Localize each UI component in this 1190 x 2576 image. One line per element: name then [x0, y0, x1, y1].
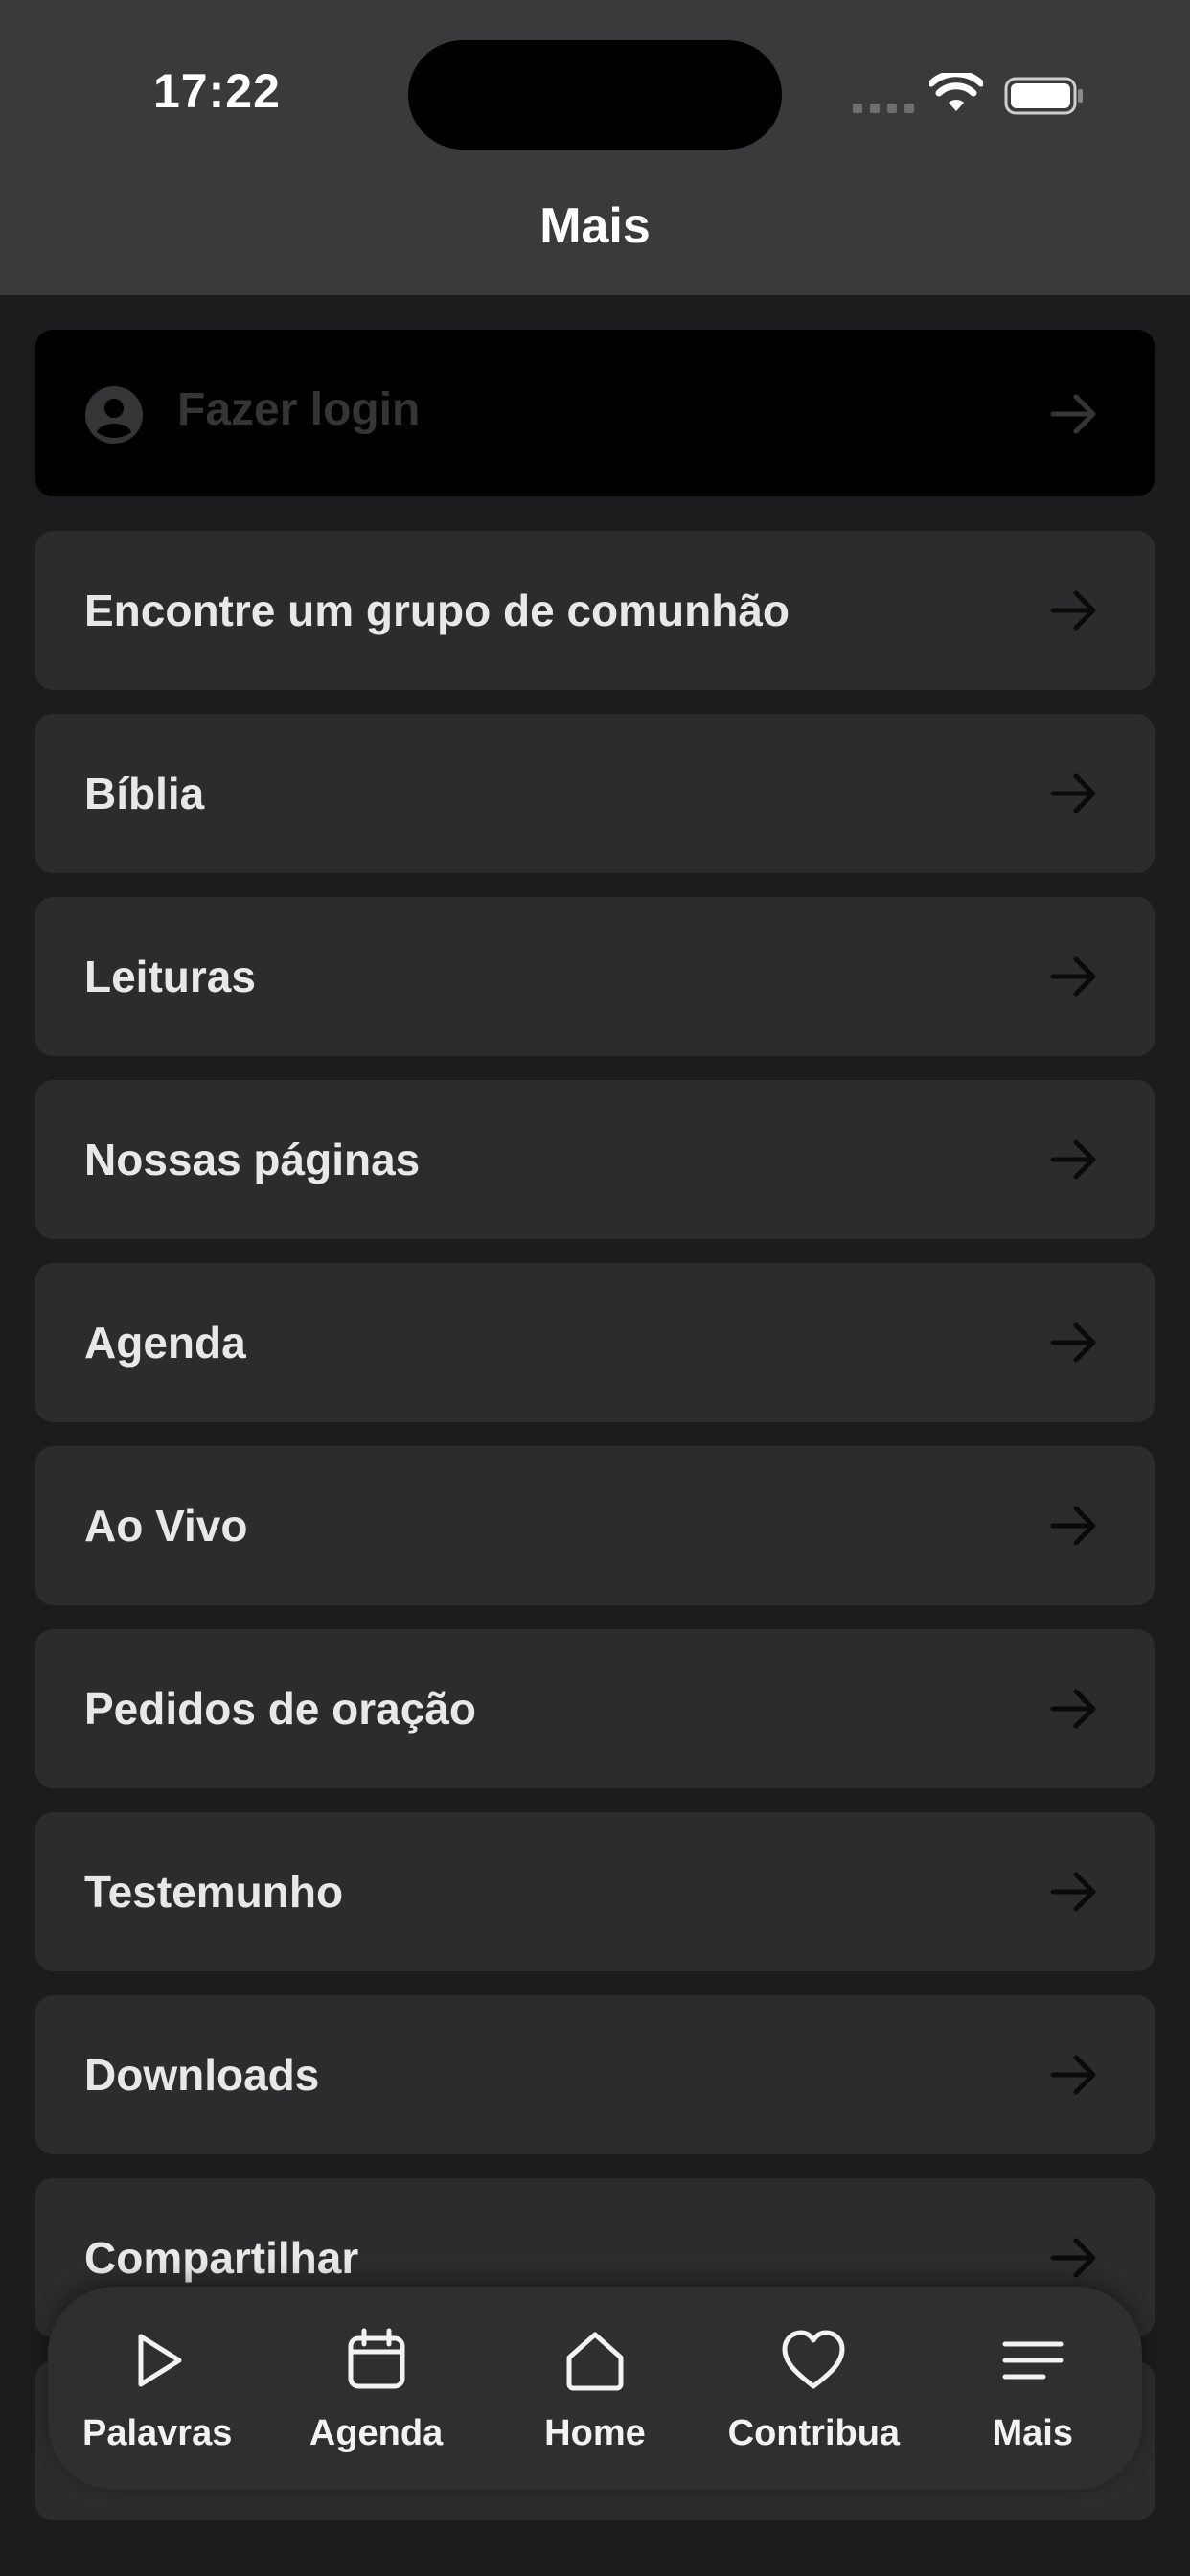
menu-item-label: Encontre um grupo de comunhão — [84, 586, 790, 635]
arrow-right-icon — [1050, 2055, 1096, 2095]
arrow-right-icon — [1050, 1689, 1096, 1729]
login-button[interactable]: Fazer login — [35, 330, 1155, 496]
menu-item-grupo-comunhao[interactable]: Encontre um grupo de comunhão — [35, 531, 1155, 690]
menu-item-biblia[interactable]: Bíblia — [35, 714, 1155, 873]
header: 17:22 Mais — [0, 0, 1190, 295]
login-label: Fazer login — [177, 384, 421, 435]
tab-label: Palavras — [82, 2413, 233, 2453]
status-time: 17:22 — [153, 64, 281, 118]
tab-palavras[interactable]: Palavras — [48, 2287, 266, 2490]
menu-item-ao-vivo[interactable]: Ao Vivo — [35, 1446, 1155, 1605]
menu-item-agenda[interactable]: Agenda — [35, 1263, 1155, 1422]
wifi-icon — [929, 73, 983, 111]
menu-item-label: Pedidos de oração — [84, 1684, 477, 1734]
menu-item-nossas-paginas[interactable]: Nossas páginas — [35, 1080, 1155, 1239]
arrow-right-icon — [1050, 773, 1096, 814]
arrow-right-icon — [1050, 956, 1096, 997]
arrow-right-icon — [1050, 2238, 1096, 2278]
cellular-signal-icon — [853, 104, 914, 113]
tab-bar: Palavras Agenda Home Contribua Mais — [48, 2287, 1142, 2490]
menu-item-label: Testemunho — [84, 1867, 344, 1917]
arrow-right-icon — [1050, 1139, 1096, 1180]
menu-item-label: Compartilhar — [84, 2233, 359, 2283]
battery-icon — [1004, 77, 1083, 115]
menu-item-label: Bíblia — [84, 769, 205, 818]
menu-item-label: Agenda — [84, 1318, 246, 1368]
menu-list: Fazer login Encontre um grupo de comunhã… — [35, 330, 1155, 2544]
heart-icon — [782, 2330, 845, 2389]
menu-item-testemunho[interactable]: Testemunho — [35, 1812, 1155, 1971]
tab-mais[interactable]: Mais — [924, 2287, 1142, 2490]
tab-label: Home — [544, 2413, 646, 2453]
play-icon — [138, 2334, 182, 2387]
menu-item-label: Leituras — [84, 952, 256, 1001]
dynamic-island — [408, 40, 782, 150]
menu-item-label: Nossas páginas — [84, 1135, 421, 1184]
menu-item-pedidos-oracao[interactable]: Pedidos de oração — [35, 1629, 1155, 1788]
tab-label: Mais — [992, 2413, 1073, 2453]
tab-label: Contribua — [727, 2413, 901, 2453]
person-circle-icon — [85, 386, 143, 444]
tab-label: Agenda — [309, 2413, 444, 2453]
menu-item-downloads[interactable]: Downloads — [35, 1995, 1155, 2154]
arrow-right-icon — [1050, 1322, 1096, 1363]
arrow-right-icon — [1050, 1506, 1096, 1546]
calendar-icon — [348, 2328, 405, 2389]
arrow-right-icon — [1050, 394, 1096, 434]
tab-home[interactable]: Home — [486, 2287, 704, 2490]
home-icon — [566, 2332, 624, 2391]
menu-item-label: Ao Vivo — [84, 1501, 248, 1551]
arrow-right-icon — [1050, 590, 1096, 631]
menu-item-leituras[interactable]: Leituras — [35, 897, 1155, 1056]
menu-item-label: Downloads — [84, 2050, 320, 2100]
arrow-right-icon — [1050, 1872, 1096, 1912]
menu-icon — [1002, 2341, 1064, 2380]
page-title: Mais — [539, 198, 651, 254]
tab-contribua[interactable]: Contribua — [704, 2287, 923, 2490]
tab-agenda[interactable]: Agenda — [267, 2287, 486, 2490]
